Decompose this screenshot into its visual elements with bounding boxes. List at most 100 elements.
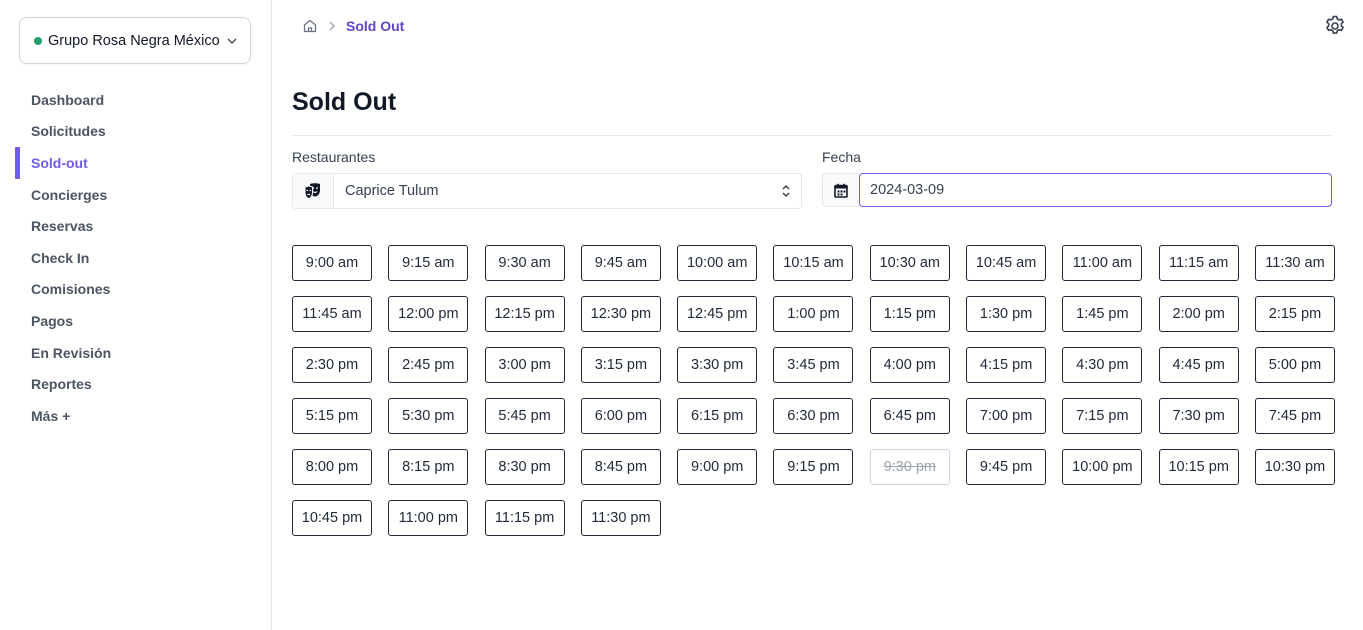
time-slot-button-sold-out[interactable]: 9:30 pm bbox=[869, 449, 950, 485]
organization-selector[interactable]: Grupo Rosa Negra México bbox=[19, 17, 251, 64]
time-slot-button[interactable]: 8:15 pm bbox=[388, 449, 469, 485]
restaurant-label: Restaurantes bbox=[292, 149, 376, 165]
sidebar-item-pagos[interactable]: Pagos bbox=[0, 305, 271, 337]
time-slot-button[interactable]: 8:45 pm bbox=[580, 449, 661, 485]
time-slot-button[interactable]: 2:00 pm bbox=[1158, 296, 1239, 332]
sidebar-item-label: Dashboard bbox=[31, 91, 105, 108]
page-title: Sold Out bbox=[292, 88, 397, 116]
time-slot-button[interactable]: 4:30 pm bbox=[1062, 347, 1143, 383]
date-field bbox=[822, 173, 1332, 207]
time-slot-button[interactable]: 2:30 pm bbox=[292, 347, 372, 383]
time-slot-button[interactable]: 5:15 pm bbox=[292, 398, 372, 434]
sidebar-item-en-revisión[interactable]: En Revisión bbox=[0, 337, 271, 369]
sidebar-item-solicitudes[interactable]: Solicitudes bbox=[0, 116, 271, 148]
sidebar-item-check-in[interactable]: Check In bbox=[0, 242, 271, 274]
sidebar-item-label: Más + bbox=[31, 407, 71, 424]
time-slot-button[interactable]: 10:45 pm bbox=[292, 500, 372, 536]
theater-masks-icon bbox=[293, 174, 334, 208]
time-slot-button[interactable]: 7:30 pm bbox=[1158, 398, 1239, 434]
sidebar-item-reportes[interactable]: Reportes bbox=[0, 368, 271, 400]
time-slot-button[interactable]: 4:45 pm bbox=[1158, 347, 1239, 383]
time-slot-button[interactable]: 11:30 am bbox=[1254, 245, 1335, 281]
sidebar-item-label: Reservas bbox=[31, 218, 94, 235]
sidebar-item-label: Check In bbox=[31, 249, 90, 266]
time-slot-button[interactable]: 1:45 pm bbox=[1062, 296, 1143, 332]
time-slot-button[interactable]: 10:00 pm bbox=[1062, 449, 1143, 485]
time-slot-button[interactable]: 9:15 pm bbox=[773, 449, 854, 485]
time-slot-grid: 9:00 am 9:15 am 9:30 am 9:45 am 10:00 am 10:1… bbox=[292, 245, 1335, 536]
time-slot-button[interactable]: 11:15 am bbox=[1158, 245, 1239, 281]
time-slot-button[interactable]: 9:45 pm bbox=[966, 449, 1047, 485]
time-slot-button[interactable]: 9:30 am bbox=[484, 245, 565, 281]
time-slot-button[interactable]: 11:45 am bbox=[292, 296, 372, 332]
calendar-icon[interactable] bbox=[822, 173, 859, 207]
sidebar: Grupo Rosa Negra México Dashboard Solicit… bbox=[0, 0, 272, 630]
time-slot-button[interactable]: 9:00 am bbox=[292, 245, 372, 281]
sidebar-item-reservas[interactable]: Reservas bbox=[0, 210, 271, 242]
time-slot-button[interactable]: 12:45 pm bbox=[677, 296, 758, 332]
time-slot-button[interactable]: 2:45 pm bbox=[388, 347, 469, 383]
time-slot-button[interactable]: 1:00 pm bbox=[773, 296, 854, 332]
divider bbox=[292, 135, 1333, 136]
sidebar-item-label: Comisiones bbox=[31, 281, 111, 298]
time-slot-button[interactable]: 3:15 pm bbox=[580, 347, 661, 383]
date-input[interactable] bbox=[859, 173, 1332, 207]
sidebar-item-sold-out[interactable]: Sold-out bbox=[0, 147, 271, 179]
time-slot-button[interactable]: 3:30 pm bbox=[677, 347, 758, 383]
time-slot-button[interactable]: 9:15 am bbox=[388, 245, 469, 281]
home-icon[interactable] bbox=[302, 18, 318, 34]
sidebar-nav: Dashboard Solicitudes Sold-out Concierges Re… bbox=[0, 84, 271, 432]
time-slot-button[interactable]: 12:15 pm bbox=[484, 296, 565, 332]
time-slot-button[interactable]: 1:15 pm bbox=[869, 296, 950, 332]
time-slot-button[interactable]: 11:30 pm bbox=[580, 500, 661, 536]
time-slot-button[interactable]: 5:45 pm bbox=[484, 398, 565, 434]
breadcrumb-current[interactable]: Sold Out bbox=[346, 18, 404, 34]
time-slot-button[interactable]: 6:15 pm bbox=[677, 398, 758, 434]
time-slot-button[interactable]: 6:45 pm bbox=[869, 398, 950, 434]
time-slot-button[interactable]: 9:45 am bbox=[580, 245, 661, 281]
date-label: Fecha bbox=[822, 149, 861, 165]
sidebar-item-dashboard[interactable]: Dashboard bbox=[0, 84, 271, 116]
restaurant-select[interactable]: Caprice Tulum bbox=[292, 173, 802, 209]
time-slot-button[interactable]: 6:30 pm bbox=[773, 398, 854, 434]
organization-name: Grupo Rosa Negra México bbox=[48, 32, 220, 49]
sidebar-item-comisiones[interactable]: Comisiones bbox=[0, 274, 271, 306]
restaurant-value: Caprice Tulum bbox=[345, 183, 439, 199]
sidebar-item-concierges[interactable]: Concierges bbox=[0, 179, 271, 211]
time-slot-button[interactable]: 8:00 pm bbox=[292, 449, 372, 485]
time-slot-button[interactable]: 8:30 pm bbox=[484, 449, 565, 485]
time-slot-button[interactable]: 10:45 am bbox=[966, 245, 1047, 281]
time-slot-button[interactable]: 5:00 pm bbox=[1254, 347, 1335, 383]
time-slot-button[interactable]: 12:30 pm bbox=[580, 296, 661, 332]
time-slot-button[interactable]: 5:30 pm bbox=[388, 398, 469, 434]
time-slot-button[interactable]: 11:00 pm bbox=[388, 500, 469, 536]
time-slot-button[interactable]: 6:00 pm bbox=[580, 398, 661, 434]
time-slot-button[interactable]: 10:30 pm bbox=[1254, 449, 1335, 485]
time-slot-button[interactable]: 11:00 am bbox=[1062, 245, 1143, 281]
time-slot-button[interactable]: 9:00 pm bbox=[677, 449, 758, 485]
main-content: Sold Out Sold Out Restaurantes Caprice T… bbox=[272, 0, 1363, 630]
time-slot-button[interactable]: 10:15 am bbox=[773, 245, 854, 281]
time-slot-button[interactable]: 3:45 pm bbox=[773, 347, 854, 383]
chevron-right-icon bbox=[328, 21, 336, 31]
sidebar-item-label: Pagos bbox=[31, 312, 74, 329]
time-slot-button[interactable]: 7:45 pm bbox=[1254, 398, 1335, 434]
time-slot-button[interactable]: 3:00 pm bbox=[484, 347, 565, 383]
gear-icon[interactable] bbox=[1323, 14, 1347, 38]
time-slot-button[interactable]: 7:15 pm bbox=[1062, 398, 1143, 434]
time-slot-button[interactable]: 11:15 pm bbox=[484, 500, 565, 536]
sidebar-item-más[interactable]: Más + bbox=[0, 400, 271, 432]
time-slot-button[interactable]: 1:30 pm bbox=[966, 296, 1047, 332]
time-slot-button[interactable]: 2:15 pm bbox=[1254, 296, 1335, 332]
select-arrows-icon bbox=[771, 184, 801, 198]
time-slot-button[interactable]: 10:00 am bbox=[677, 245, 758, 281]
chevron-down-icon bbox=[226, 35, 238, 47]
time-slot-button[interactable]: 10:15 pm bbox=[1158, 449, 1239, 485]
time-slot-button[interactable]: 12:00 pm bbox=[388, 296, 469, 332]
time-slot-button[interactable]: 4:00 pm bbox=[869, 347, 950, 383]
time-slot-button[interactable]: 4:15 pm bbox=[966, 347, 1047, 383]
sidebar-item-label: En Revisión bbox=[31, 344, 112, 361]
time-slot-button[interactable]: 10:30 am bbox=[869, 245, 950, 281]
sidebar-item-label: Concierges bbox=[31, 186, 108, 203]
time-slot-button[interactable]: 7:00 pm bbox=[966, 398, 1047, 434]
